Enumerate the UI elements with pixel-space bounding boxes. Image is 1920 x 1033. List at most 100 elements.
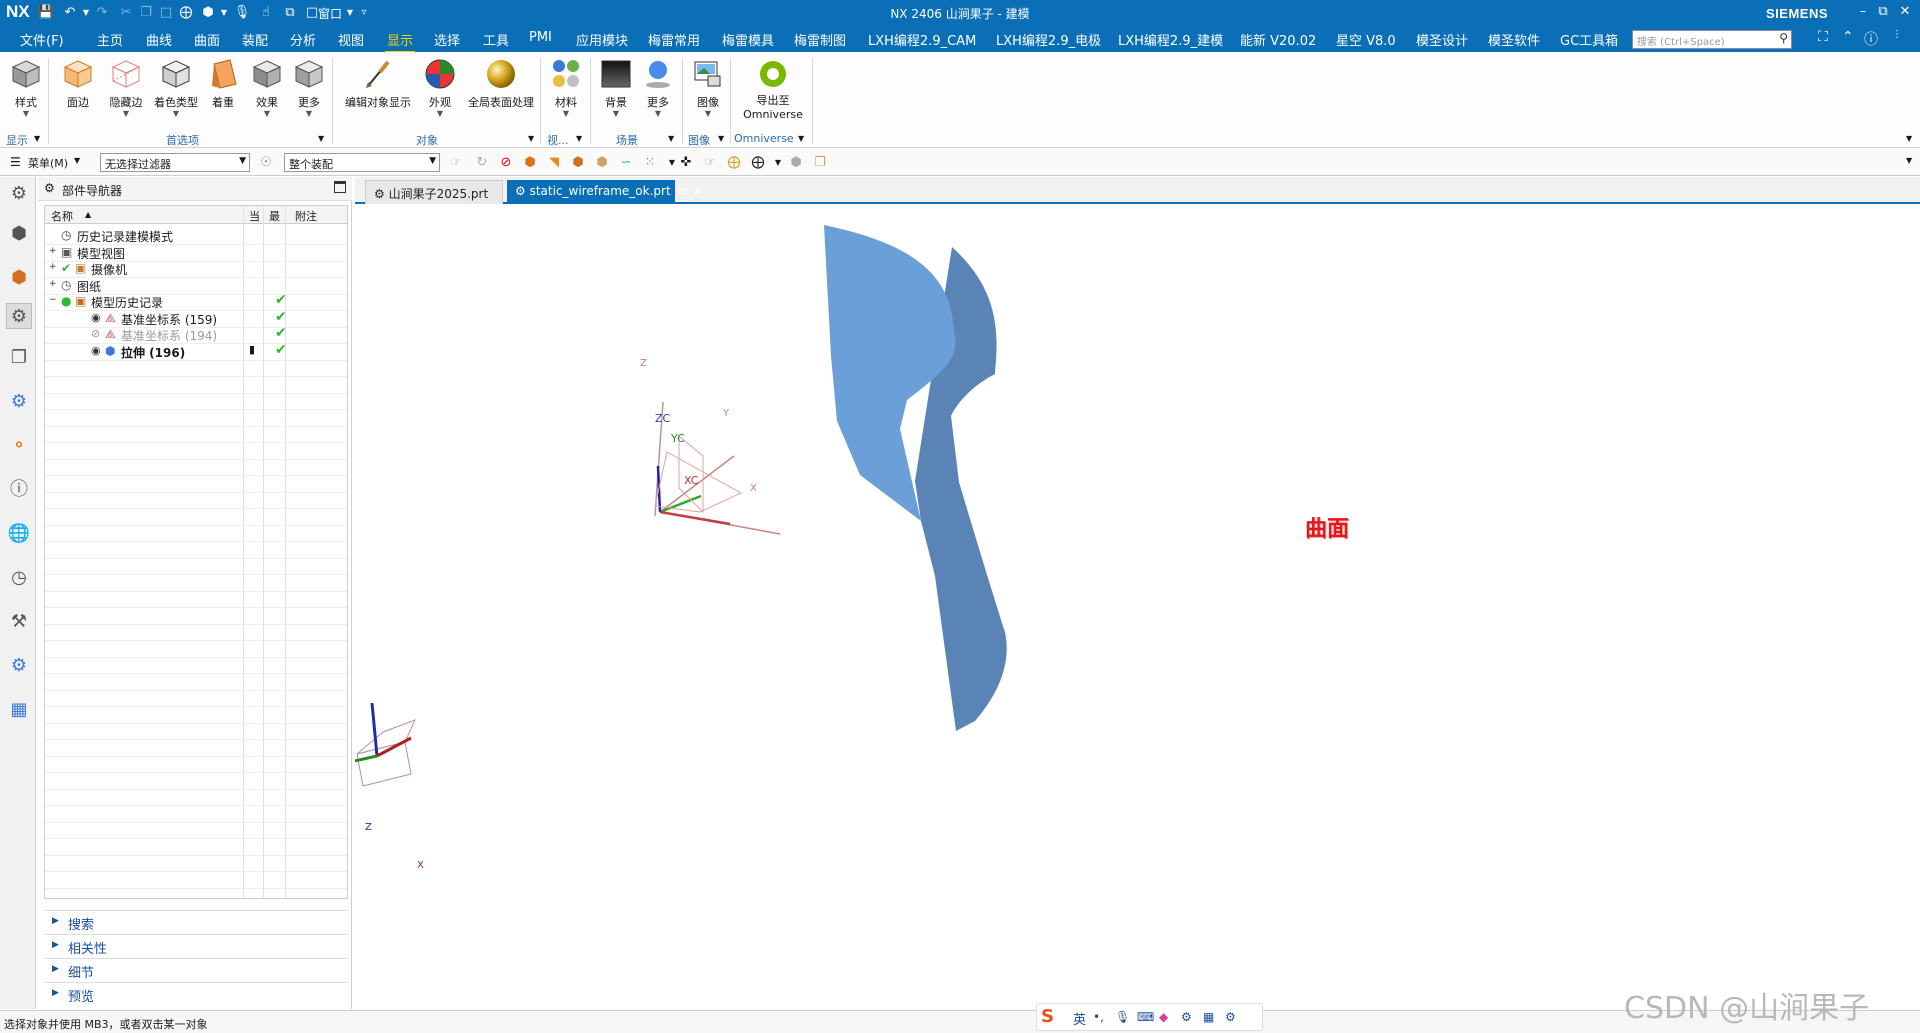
group-dropdown-icon[interactable]: ▼ [528, 134, 534, 143]
help-icon[interactable]: ⓘ [1864, 29, 1878, 49]
minimize-icon[interactable]: – [1854, 4, 1872, 19]
expand-toggle-icon[interactable]: + [49, 262, 57, 272]
sort-ascending-icon[interactable]: ▲ [85, 210, 91, 219]
expand-toggle-icon[interactable]: − [49, 295, 57, 305]
toolbar-options-icon[interactable]: ▼ [1906, 156, 1912, 165]
group-dropdown-icon[interactable]: ▼ [798, 134, 804, 143]
group-dropdown-icon[interactable]: ▼ [576, 134, 582, 143]
group-dropdown-icon[interactable]: ▼ [668, 134, 674, 143]
info-icon[interactable]: ⓘ [6, 477, 32, 503]
emphasis-button[interactable]: 着重 [208, 58, 238, 110]
chevron-down-icon[interactable]: ▼ [74, 156, 80, 165]
feature-select-icon[interactable]: ⬢ [522, 155, 538, 171]
column-name[interactable]: 名称 [51, 208, 73, 224]
constraint-navigator-icon[interactable]: ⬢ [6, 265, 32, 291]
snap-point-icon[interactable]: ✜ [678, 155, 694, 171]
roles-icon[interactable]: ⚙ [6, 653, 32, 679]
face-select-icon[interactable]: ◥ [546, 155, 562, 171]
menu-xingkong[interactable]: 星空 V8.0 [1334, 30, 1398, 49]
hidden-edge-button[interactable]: 隐藏边 ▼ [104, 58, 148, 118]
menu-curve[interactable]: 曲线 [144, 30, 174, 49]
visibility-eye-icon[interactable]: ◉ [91, 311, 105, 325]
group-dropdown-icon[interactable]: ▼ [318, 134, 324, 143]
system-materials-icon[interactable]: ▦ [6, 697, 32, 723]
visibility-eye-icon[interactable]: ⊘ [91, 327, 105, 341]
selection-filter-select[interactable]: 无选择过滤器 ▼ [100, 153, 250, 172]
edit-object-display-button[interactable]: 编辑对象显示 [342, 58, 414, 110]
part-navigator-icon[interactable]: ⚙ [6, 303, 32, 329]
invert-selection-icon[interactable]: ↻ [474, 155, 490, 171]
selection-scope-select[interactable]: 整个装配 ▼ [284, 153, 440, 172]
menu-view[interactable]: 视图 [336, 30, 366, 49]
style-button[interactable]: 样式 ▼ [8, 58, 44, 118]
assembly-select-icon[interactable]: ⬢ [788, 155, 804, 171]
appearance-button[interactable]: 外观 ▼ [420, 58, 460, 118]
toolbox-icon[interactable]: ▦ [1203, 1010, 1214, 1024]
full-screen-icon[interactable]: ⛶ [1818, 29, 1828, 45]
add-component-icon[interactable]: ⨁ [726, 155, 742, 171]
group-dropdown-icon[interactable]: ▼ [718, 134, 724, 143]
tools-icon[interactable]: ⚒ [6, 609, 32, 635]
menu-home[interactable]: 主页 [95, 30, 125, 49]
skin-icon[interactable]: ◆ [1159, 1010, 1168, 1024]
tab-shanjian-part[interactable]: ⚙ 山涧果子2025.prt [365, 180, 503, 204]
menu-meilei-common[interactable]: 梅雷常用 [646, 30, 702, 49]
menu-pmi[interactable]: PMI [527, 30, 554, 45]
menu-surface[interactable]: 曲面 [192, 30, 222, 49]
menu-display[interactable]: 显示 [385, 30, 416, 53]
menu-lxh-cam[interactable]: LXH编程2.9_CAM [866, 30, 978, 49]
sogou-logo-icon[interactable]: S [1041, 1006, 1054, 1027]
component-select-icon[interactable]: ⬢ [594, 155, 610, 171]
voice-input-icon[interactable]: 🎙 [1115, 1010, 1130, 1024]
command-search-input[interactable]: 搜索 (Ctrl+Space) ⚲ [1632, 30, 1792, 49]
history-clock-icon[interactable]: ◷ [6, 565, 32, 591]
export-omniverse-button[interactable]: 导出至 Omniverse [738, 58, 808, 122]
expand-toggle-icon[interactable]: + [49, 279, 57, 289]
curve-select-icon[interactable]: ∽ [618, 155, 634, 171]
graphics-window[interactable]: Z Y X ZC YC XC Z Y X 曲面 [355, 206, 1920, 1009]
maximize-icon[interactable] [334, 181, 346, 193]
global-surface-button[interactable]: 全局表面处理 [466, 58, 536, 110]
quick-pick-icon[interactable]: ☞ [702, 155, 718, 171]
menu-assembly[interactable]: 装配 [240, 30, 270, 49]
tab-static-wireframe[interactable]: ⚙ static_wireframe_ok.prt ⧉ ✕ [507, 180, 703, 204]
menu-meilei-mold[interactable]: 梅雷模具 [720, 30, 776, 49]
menu-button-label[interactable]: 菜单(M) [28, 155, 68, 171]
background-button[interactable]: 背景 ▼ [598, 58, 634, 118]
settings-gear-icon[interactable]: ⚙ [6, 181, 32, 207]
group-dropdown-icon[interactable]: ▼ [34, 134, 40, 143]
collapse-ribbon-icon[interactable]: ⌃ [1842, 29, 1854, 45]
select-all-icon[interactable]: ☞ [448, 155, 464, 171]
effects-button[interactable]: 效果 ▼ [250, 58, 284, 118]
hd3d-tools-icon[interactable]: ⚙ [6, 389, 32, 415]
section-search[interactable]: ▶ 搜索 [44, 910, 348, 933]
ime-language[interactable]: 英 [1073, 1009, 1086, 1028]
face-edge-button[interactable]: 面边 [58, 58, 98, 110]
menu-mosheng-design[interactable]: 模圣设计 [1414, 30, 1470, 49]
assembly-navigator-icon[interactable]: ⬢ [6, 221, 32, 247]
materials-button[interactable]: 材料 ▼ [548, 58, 584, 118]
settings-icon[interactable]: ⚙ [1225, 1010, 1236, 1024]
menu-lxh-modeling[interactable]: LXH编程2.9_建模 [1116, 30, 1225, 49]
menu-file[interactable]: 文件(F) [18, 30, 66, 49]
shading-type-button[interactable]: 着色类型 ▼ [150, 58, 202, 118]
expand-toggle-icon[interactable]: + [49, 246, 57, 256]
section-preview[interactable]: ▶ 预览 [44, 982, 348, 1005]
column-comment[interactable]: 附注 [295, 208, 317, 224]
menu-select[interactable]: 选择 [432, 30, 462, 49]
csys-filter-icon[interactable]: ⨁ [750, 155, 766, 171]
web-browser-icon[interactable]: ⚬ [6, 433, 32, 459]
column-latest[interactable]: 最 [269, 208, 280, 224]
game-icon[interactable]: ⚙ [1181, 1010, 1192, 1024]
scene-more-button[interactable]: 更多 ▼ [640, 58, 676, 118]
deselect-all-icon[interactable]: ⊘ [498, 155, 514, 171]
menu-gc-toolbox[interactable]: GC工具箱 [1558, 30, 1620, 49]
image-button[interactable]: 图像 ▼ [690, 58, 726, 118]
close-icon[interactable]: ✕ [1896, 4, 1914, 19]
preferences-more-button[interactable]: 更多 ▼ [292, 58, 326, 118]
menu-lxh-electrode[interactable]: LXH编程2.9_电极 [994, 30, 1103, 49]
column-current[interactable]: 当 [249, 208, 260, 224]
ribbon-options-icon[interactable]: ▼ [1906, 134, 1912, 143]
keyboard-icon[interactable]: ⌨ [1137, 1010, 1154, 1024]
reset-filter-icon[interactable]: ☉ [258, 155, 274, 171]
